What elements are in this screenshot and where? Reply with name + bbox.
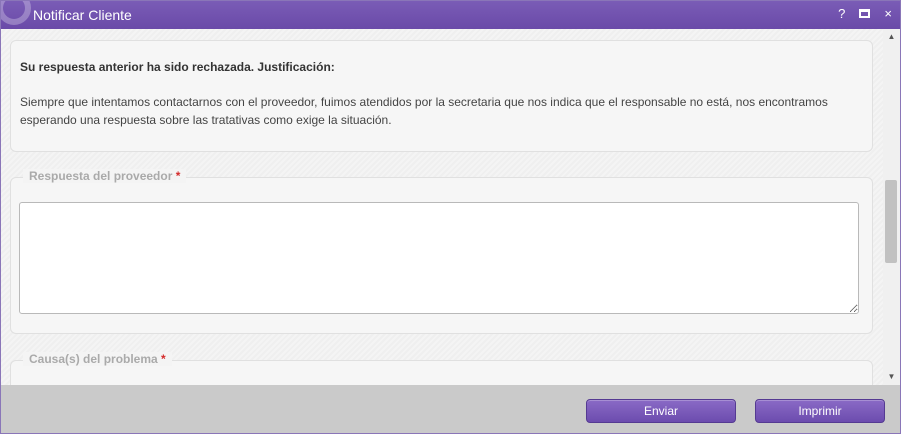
app-logo-icon	[1, 1, 31, 25]
causa-label-text: Causa(s) del problema	[29, 352, 158, 366]
justification-panel: Su respuesta anterior ha sido rechazada.…	[10, 40, 873, 152]
window-controls: ? ×	[838, 6, 892, 22]
scroll-up-icon[interactable]: ▲	[883, 29, 900, 45]
notificar-cliente-dialog: Notificar Cliente ? × Su respuesta anter…	[0, 0, 901, 434]
help-button[interactable]: ?	[838, 6, 845, 22]
maximize-icon	[859, 9, 871, 18]
window-title: Notificar Cliente	[33, 7, 132, 23]
respuesta-fieldset: Respuesta del proveedor *	[10, 169, 873, 334]
title-bar[interactable]: Notificar Cliente ? ×	[1, 1, 900, 29]
causa-label: Causa(s) del problema *	[23, 352, 172, 366]
maximize-button[interactable]	[859, 6, 871, 22]
dialog-footer: Enviar Imprimir	[1, 385, 900, 433]
respuesta-textarea[interactable]	[19, 202, 859, 314]
scrollbar-thumb[interactable]	[885, 180, 897, 263]
justification-text: Siempre que intentamos contactarnos con …	[20, 95, 828, 127]
scroll-down-icon[interactable]: ▼	[883, 369, 900, 385]
respuesta-label-text: Respuesta del proveedor	[29, 169, 173, 183]
imprimir-button[interactable]: Imprimir	[755, 399, 885, 423]
justification-heading: Su respuesta anterior ha sido rechazada.…	[20, 60, 335, 74]
enviar-button[interactable]: Enviar	[586, 399, 736, 423]
required-marker: *	[161, 352, 166, 366]
dialog-content: Su respuesta anterior ha sido rechazada.…	[1, 29, 883, 385]
causa-fieldset: Causa(s) del problema *	[10, 352, 873, 385]
close-button[interactable]: ×	[884, 6, 892, 22]
required-marker: *	[175, 169, 181, 183]
respuesta-label: Respuesta del proveedor *	[23, 169, 187, 183]
vertical-scrollbar[interactable]: ▲ ▼	[883, 29, 900, 385]
